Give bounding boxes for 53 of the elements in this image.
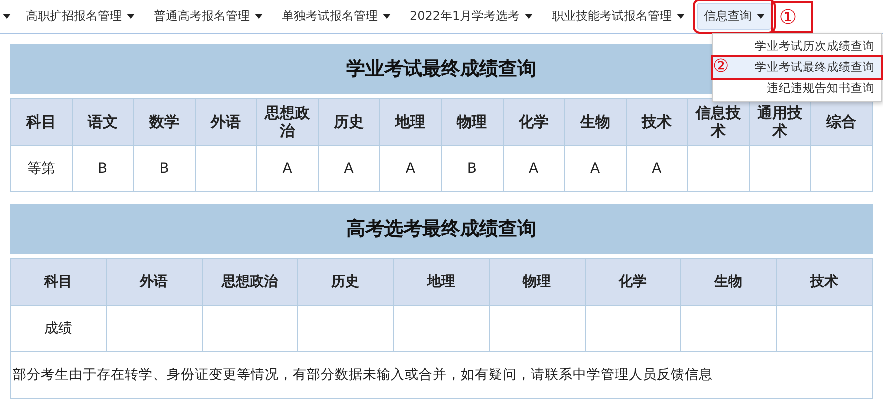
notice-text: 部分考生由于存在转学、身份证变更等情况，有部分数据未输入或合并，如有疑问，请联系中学管理人员反馈信息 <box>10 352 872 398</box>
table-header-cell: 外语 <box>195 98 257 146</box>
table-header-cell: 技术 <box>626 98 688 146</box>
caret-icon <box>757 14 766 19</box>
caret-icon <box>127 14 135 19</box>
table-header-cell: 生物 <box>564 98 626 146</box>
table-cell: B <box>134 146 196 192</box>
table-header-cell: 化学 <box>585 258 681 306</box>
table-header-cell: 历史 <box>298 258 394 306</box>
table-header-cell: 化学 <box>503 98 565 146</box>
caret-icon <box>383 14 391 19</box>
table-cell <box>688 146 750 192</box>
caret-icon <box>255 14 263 19</box>
table-cell <box>749 146 811 192</box>
table-header-cell: 语文 <box>72 98 134 146</box>
table-cell: A <box>503 146 565 192</box>
table-header-cell: 地理 <box>394 258 490 306</box>
table-header-cell: 思想政治 <box>202 258 298 306</box>
table-header-cell: 信息技术 <box>688 98 750 146</box>
nav-menu-item[interactable]: 高职扩招报名管理 <box>19 3 142 30</box>
table-header-cell: 外语 <box>106 258 202 306</box>
table-cell: B <box>441 146 503 192</box>
table-header-cell: 思想政治 <box>256 98 318 146</box>
nav-menu-item[interactable]: 单独考试报名管理 <box>275 3 398 30</box>
table-header-cell: 物理 <box>441 98 503 146</box>
nav-menu-item[interactable]: 2022年1月学考选考 <box>403 3 540 30</box>
caret-icon <box>677 14 686 19</box>
table-cell: 等第 <box>10 146 72 192</box>
table-cell: 成绩 <box>10 306 106 352</box>
table-header-cell: 物理 <box>489 258 586 306</box>
callout-marker: ② <box>713 56 730 78</box>
table-header-cell: 生物 <box>680 258 777 306</box>
nav-menu-item[interactable]: 普通高考报名管理 <box>147 3 270 30</box>
table-header-cell: 数学 <box>134 98 196 146</box>
table-cell: A <box>380 146 442 192</box>
section-title: 高考选考最终成绩查询 <box>10 204 873 254</box>
table-header-cell: 科目 <box>10 98 72 146</box>
dropdown-menu-item[interactable]: 违纪违规告知书查询 <box>713 78 881 99</box>
table-header-cell: 地理 <box>380 98 442 146</box>
table-cell: B <box>72 146 134 192</box>
dropdown-menu-item[interactable]: 学业考试历次成绩查询 <box>713 36 881 57</box>
caret-icon <box>525 14 534 19</box>
table-cell: A <box>626 146 688 192</box>
table-cell <box>195 146 257 192</box>
table-cell: A <box>256 146 318 192</box>
table-cell: A <box>564 146 626 192</box>
table-cell: A <box>318 146 380 192</box>
table-header-cell: 历史 <box>318 98 380 146</box>
nav-menu-item[interactable]: 职业技能考试报名管理 <box>545 3 692 30</box>
table-header-cell: 科目 <box>10 258 106 306</box>
caret-icon[interactable] <box>3 14 11 19</box>
table-header-cell: 技术 <box>776 258 872 306</box>
table-cell <box>810 146 872 192</box>
